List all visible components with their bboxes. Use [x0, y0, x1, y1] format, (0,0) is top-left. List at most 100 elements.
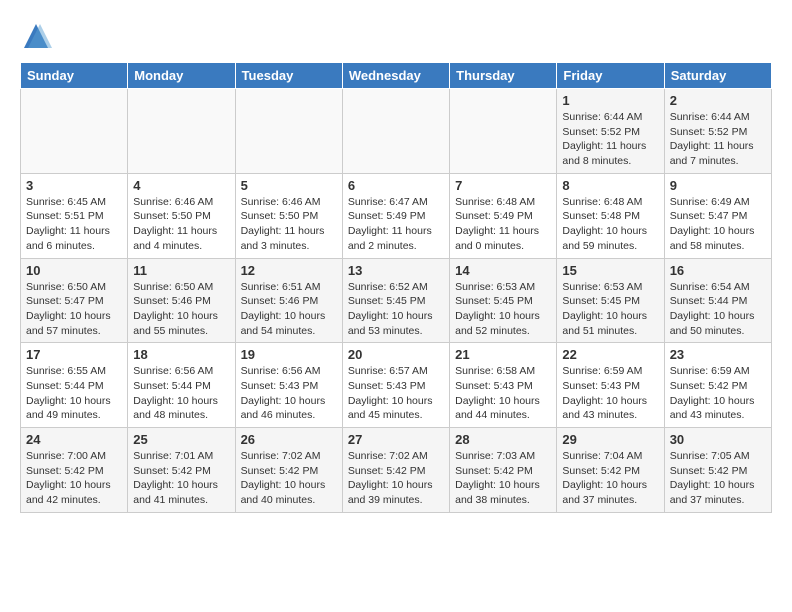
- day-info: Sunrise: 6:55 AM Sunset: 5:44 PM Dayligh…: [26, 364, 122, 423]
- calendar-cell: 25Sunrise: 7:01 AM Sunset: 5:42 PM Dayli…: [128, 428, 235, 513]
- day-number: 21: [455, 347, 551, 362]
- calendar-cell: 17 Sunrise: 6:55 AM Sunset: 5:44 PM Dayli…: [21, 343, 128, 428]
- day-number: 4: [133, 178, 229, 193]
- calendar-cell: 4 Sunrise: 6:46 AM Sunset: 5:50 PM Daylig…: [128, 173, 235, 258]
- calendar-cell: 20Sunrise: 6:57 AM Sunset: 5:43 PM Dayli…: [342, 343, 449, 428]
- calendar-cell: 23Sunrise: 6:59 AM Sunset: 5:42 PM Dayli…: [664, 343, 771, 428]
- calendar-cell: 15 Sunrise: 6:53 AM Sunset: 5:45 PM Dayli…: [557, 258, 664, 343]
- day-info: Sunrise: 6:48 AM Sunset: 5:48 PM Dayligh…: [562, 195, 658, 254]
- calendar-cell: 6 Sunrise: 6:47 AM Sunset: 5:49 PM Daylig…: [342, 173, 449, 258]
- day-info: Sunrise: 6:50 AM Sunset: 5:46 PM Dayligh…: [133, 280, 229, 339]
- calendar-cell: [21, 89, 128, 174]
- calendar-cell: 18 Sunrise: 6:56 AM Sunset: 5:44 PM Dayli…: [128, 343, 235, 428]
- day-info: Sunrise: 6:57 AM Sunset: 5:43 PM Dayligh…: [348, 364, 444, 423]
- calendar-cell: 13 Sunrise: 6:52 AM Sunset: 5:45 PM Dayli…: [342, 258, 449, 343]
- day-number: 1: [562, 93, 658, 108]
- calendar-cell: 16 Sunrise: 6:54 AM Sunset: 5:44 PM Dayli…: [664, 258, 771, 343]
- day-number: 26: [241, 432, 337, 447]
- calendar-cell: [450, 89, 557, 174]
- day-info: Sunrise: 6:54 AM Sunset: 5:44 PM Dayligh…: [670, 280, 766, 339]
- calendar-table: SundayMondayTuesdayWednesdayThursdayFrid…: [20, 62, 772, 513]
- calendar-cell: 30 Sunrise: 7:05 AM Sunset: 5:42 PM Dayli…: [664, 428, 771, 513]
- day-number: 11: [133, 263, 229, 278]
- day-number: 15: [562, 263, 658, 278]
- day-info: Sunrise: 7:00 AM Sunset: 5:42 PM Dayligh…: [26, 449, 122, 508]
- day-number: 30: [670, 432, 766, 447]
- day-info: Sunrise: 6:56 AM Sunset: 5:44 PM Dayligh…: [133, 364, 229, 423]
- day-number: 5: [241, 178, 337, 193]
- day-info: Sunrise: 7:05 AM Sunset: 5:42 PM Dayligh…: [670, 449, 766, 508]
- day-info: Sunrise: 6:52 AM Sunset: 5:45 PM Dayligh…: [348, 280, 444, 339]
- calendar-cell: [342, 89, 449, 174]
- day-info: Sunrise: 6:47 AM Sunset: 5:49 PM Dayligh…: [348, 195, 444, 254]
- day-number: 12: [241, 263, 337, 278]
- weekday-header: Saturday: [664, 63, 771, 89]
- calendar-cell: 24Sunrise: 7:00 AM Sunset: 5:42 PM Dayli…: [21, 428, 128, 513]
- day-number: 19: [241, 347, 337, 362]
- calendar-week-row: 10 Sunrise: 6:50 AM Sunset: 5:47 PM Dayli…: [21, 258, 772, 343]
- day-number: 17: [26, 347, 122, 362]
- calendar-cell: 28 Sunrise: 7:03 AM Sunset: 5:42 PM Dayli…: [450, 428, 557, 513]
- calendar-cell: [128, 89, 235, 174]
- calendar-cell: 26 Sunrise: 7:02 AM Sunset: 5:42 PM Dayli…: [235, 428, 342, 513]
- day-info: Sunrise: 6:56 AM Sunset: 5:43 PM Dayligh…: [241, 364, 337, 423]
- weekday-header: Tuesday: [235, 63, 342, 89]
- day-info: Sunrise: 7:03 AM Sunset: 5:42 PM Dayligh…: [455, 449, 551, 508]
- day-number: 14: [455, 263, 551, 278]
- calendar-cell: 19 Sunrise: 6:56 AM Sunset: 5:43 PM Dayli…: [235, 343, 342, 428]
- calendar-cell: [235, 89, 342, 174]
- day-info: Sunrise: 6:53 AM Sunset: 5:45 PM Dayligh…: [562, 280, 658, 339]
- calendar-cell: 21 Sunrise: 6:58 AM Sunset: 5:43 PM Dayli…: [450, 343, 557, 428]
- day-info: Sunrise: 6:44 AM Sunset: 5:52 PM Dayligh…: [670, 110, 766, 169]
- day-number: 27: [348, 432, 444, 447]
- calendar-cell: 3 Sunrise: 6:45 AM Sunset: 5:51 PM Daylig…: [21, 173, 128, 258]
- calendar-week-row: 1 Sunrise: 6:44 AM Sunset: 5:52 PM Daylig…: [21, 89, 772, 174]
- day-info: Sunrise: 7:02 AM Sunset: 5:42 PM Dayligh…: [348, 449, 444, 508]
- weekday-header: Sunday: [21, 63, 128, 89]
- calendar-week-row: 17 Sunrise: 6:55 AM Sunset: 5:44 PM Dayli…: [21, 343, 772, 428]
- weekday-header: Monday: [128, 63, 235, 89]
- day-number: 2: [670, 93, 766, 108]
- day-info: Sunrise: 6:49 AM Sunset: 5:47 PM Dayligh…: [670, 195, 766, 254]
- calendar-header-row: SundayMondayTuesdayWednesdayThursdayFrid…: [21, 63, 772, 89]
- day-number: 22: [562, 347, 658, 362]
- day-number: 3: [26, 178, 122, 193]
- day-info: Sunrise: 6:44 AM Sunset: 5:52 PM Dayligh…: [562, 110, 658, 169]
- day-info: Sunrise: 6:46 AM Sunset: 5:50 PM Dayligh…: [241, 195, 337, 254]
- day-info: Sunrise: 7:02 AM Sunset: 5:42 PM Dayligh…: [241, 449, 337, 508]
- day-info: Sunrise: 6:59 AM Sunset: 5:42 PM Dayligh…: [670, 364, 766, 423]
- day-number: 7: [455, 178, 551, 193]
- day-info: Sunrise: 6:48 AM Sunset: 5:49 PM Dayligh…: [455, 195, 551, 254]
- calendar-week-row: 3 Sunrise: 6:45 AM Sunset: 5:51 PM Daylig…: [21, 173, 772, 258]
- calendar-cell: 5 Sunrise: 6:46 AM Sunset: 5:50 PM Daylig…: [235, 173, 342, 258]
- calendar-cell: 2 Sunrise: 6:44 AM Sunset: 5:52 PM Daylig…: [664, 89, 771, 174]
- page-header: [20, 20, 772, 52]
- weekday-header: Wednesday: [342, 63, 449, 89]
- day-number: 16: [670, 263, 766, 278]
- day-info: Sunrise: 6:50 AM Sunset: 5:47 PM Dayligh…: [26, 280, 122, 339]
- day-info: Sunrise: 7:01 AM Sunset: 5:42 PM Dayligh…: [133, 449, 229, 508]
- calendar-cell: 22 Sunrise: 6:59 AM Sunset: 5:43 PM Dayli…: [557, 343, 664, 428]
- day-number: 13: [348, 263, 444, 278]
- calendar-cell: 10 Sunrise: 6:50 AM Sunset: 5:47 PM Dayli…: [21, 258, 128, 343]
- calendar-week-row: 24Sunrise: 7:00 AM Sunset: 5:42 PM Dayli…: [21, 428, 772, 513]
- day-number: 10: [26, 263, 122, 278]
- day-info: Sunrise: 6:59 AM Sunset: 5:43 PM Dayligh…: [562, 364, 658, 423]
- day-info: Sunrise: 6:46 AM Sunset: 5:50 PM Dayligh…: [133, 195, 229, 254]
- calendar-cell: 29Sunrise: 7:04 AM Sunset: 5:42 PM Dayli…: [557, 428, 664, 513]
- calendar-cell: 9Sunrise: 6:49 AM Sunset: 5:47 PM Daylig…: [664, 173, 771, 258]
- day-info: Sunrise: 6:51 AM Sunset: 5:46 PM Dayligh…: [241, 280, 337, 339]
- day-number: 18: [133, 347, 229, 362]
- logo: [20, 20, 56, 52]
- day-number: 6: [348, 178, 444, 193]
- weekday-header: Thursday: [450, 63, 557, 89]
- day-info: Sunrise: 6:45 AM Sunset: 5:51 PM Dayligh…: [26, 195, 122, 254]
- calendar-cell: 12 Sunrise: 6:51 AM Sunset: 5:46 PM Dayli…: [235, 258, 342, 343]
- day-info: Sunrise: 6:58 AM Sunset: 5:43 PM Dayligh…: [455, 364, 551, 423]
- calendar-cell: 8 Sunrise: 6:48 AM Sunset: 5:48 PM Daylig…: [557, 173, 664, 258]
- day-info: Sunrise: 6:53 AM Sunset: 5:45 PM Dayligh…: [455, 280, 551, 339]
- day-number: 28: [455, 432, 551, 447]
- calendar-cell: 27 Sunrise: 7:02 AM Sunset: 5:42 PM Dayli…: [342, 428, 449, 513]
- day-number: 8: [562, 178, 658, 193]
- calendar-cell: 7 Sunrise: 6:48 AM Sunset: 5:49 PM Daylig…: [450, 173, 557, 258]
